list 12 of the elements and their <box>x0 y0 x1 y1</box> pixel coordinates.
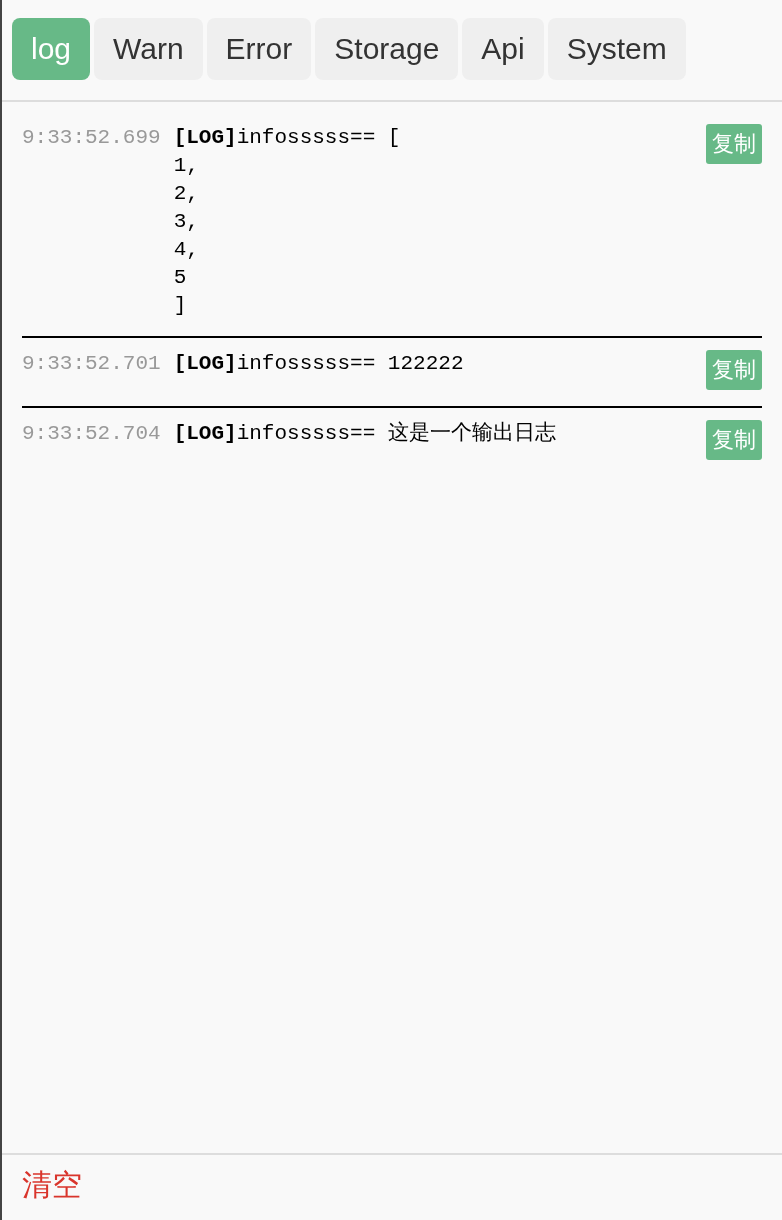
log-message: [LOG]infosssss== [ 1, 2, 3, 4, 5 ] <box>173 125 401 319</box>
tab[interactable]: Warn <box>94 18 203 80</box>
tab[interactable]: Error <box>206 18 312 80</box>
log-message: [LOG]infosssss== 这是一个输出日志 <box>173 420 556 447</box>
tab[interactable]: System <box>547 18 686 80</box>
log-message: [LOG]infosssss== 122222 <box>173 351 464 377</box>
tab[interactable]: Api <box>462 18 544 80</box>
log-timestamp: 9:33:52.699 <box>22 125 161 151</box>
tab[interactable]: Storage <box>315 18 459 80</box>
log-timestamp: 9:33:52.701 <box>22 351 161 377</box>
log-timestamp: 9:33:52.704 <box>22 421 161 447</box>
clear-button[interactable]: 清空 <box>22 1165 82 1206</box>
